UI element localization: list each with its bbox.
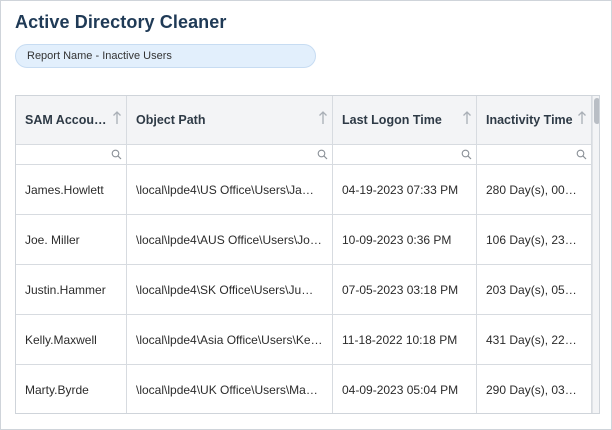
filter-cell-inactivity-time[interactable] [477,145,592,165]
cell-object-path[interactable]: \local\lpde4\SK Office\Users\Ju… [127,265,333,315]
column-header-sam-account[interactable]: SAM Accou… [16,96,127,145]
search-icon[interactable] [111,149,122,160]
search-icon[interactable] [576,149,587,160]
column-header-last-logon-time[interactable]: Last Logon Time [333,96,477,145]
filter-cell-sam-account[interactable] [16,145,127,165]
column-header-label: Inactivity Time [486,113,573,127]
vertical-scrollbar[interactable] [592,96,599,413]
cell-inactivity-time[interactable]: 290 Day(s), 03… [477,365,592,413]
cell-sam-account[interactable]: Kelly.Maxwell [16,315,127,365]
sort-arrow-up-icon[interactable] [577,111,587,125]
cell-object-path[interactable]: \local\lpde4\UK Office\Users\Ma… [127,365,333,413]
column-header-label: SAM Accou… [25,113,107,127]
sort-arrow-up-icon[interactable] [112,111,122,125]
cell-object-path[interactable]: \local\lpde4\Asia Office\Users\Ke… [127,315,333,365]
report-grid: SAM Accou… Object Path Last Logon Time I… [15,95,600,414]
cell-last-logon-time[interactable]: 10-09-2023 0:36 PM [333,215,477,265]
search-icon[interactable] [317,149,328,160]
cell-object-path[interactable]: \local\lpde4\US Office\Users\Ja… [127,165,333,215]
sort-arrow-up-icon[interactable] [462,111,472,125]
column-header-label: Last Logon Time [342,113,442,127]
cell-inactivity-time[interactable]: 106 Day(s), 23… [477,215,592,265]
cell-sam-account[interactable]: Justin.Hammer [16,265,127,315]
cell-last-logon-time[interactable]: 04-09-2023 05:04 PM [333,365,477,413]
cell-last-logon-time[interactable]: 07-05-2023 03:18 PM [333,265,477,315]
cell-sam-account[interactable]: Marty.Byrde [16,365,127,413]
scrollbar-thumb[interactable] [594,98,599,124]
cell-object-path[interactable]: \local\lpde4\AUS Office\Users\Jo… [127,215,333,265]
cell-inactivity-time[interactable]: 280 Day(s), 00… [477,165,592,215]
page-title: Active Directory Cleaner [15,12,227,32]
column-header-label: Object Path [136,113,206,127]
app-window: Active Directory Cleaner Report Name - I… [0,0,612,430]
cell-last-logon-time[interactable]: 11-18-2022 10:18 PM [333,315,477,365]
cell-inactivity-time[interactable]: 203 Day(s), 05… [477,265,592,315]
cell-inactivity-time[interactable]: 431 Day(s), 22… [477,315,592,365]
column-header-inactivity-time[interactable]: Inactivity Time [477,96,592,145]
cell-sam-account[interactable]: Joe. Miller [16,215,127,265]
search-icon[interactable] [461,149,472,160]
filter-cell-last-logon-time[interactable] [333,145,477,165]
cell-last-logon-time[interactable]: 04-19-2023 07:33 PM [333,165,477,215]
filter-cell-object-path[interactable] [127,145,333,165]
sort-arrow-up-icon[interactable] [318,111,328,125]
cell-sam-account[interactable]: James.Howlett [16,165,127,215]
column-header-object-path[interactable]: Object Path [127,96,333,145]
report-name-badge: Report Name - Inactive Users [15,44,316,68]
